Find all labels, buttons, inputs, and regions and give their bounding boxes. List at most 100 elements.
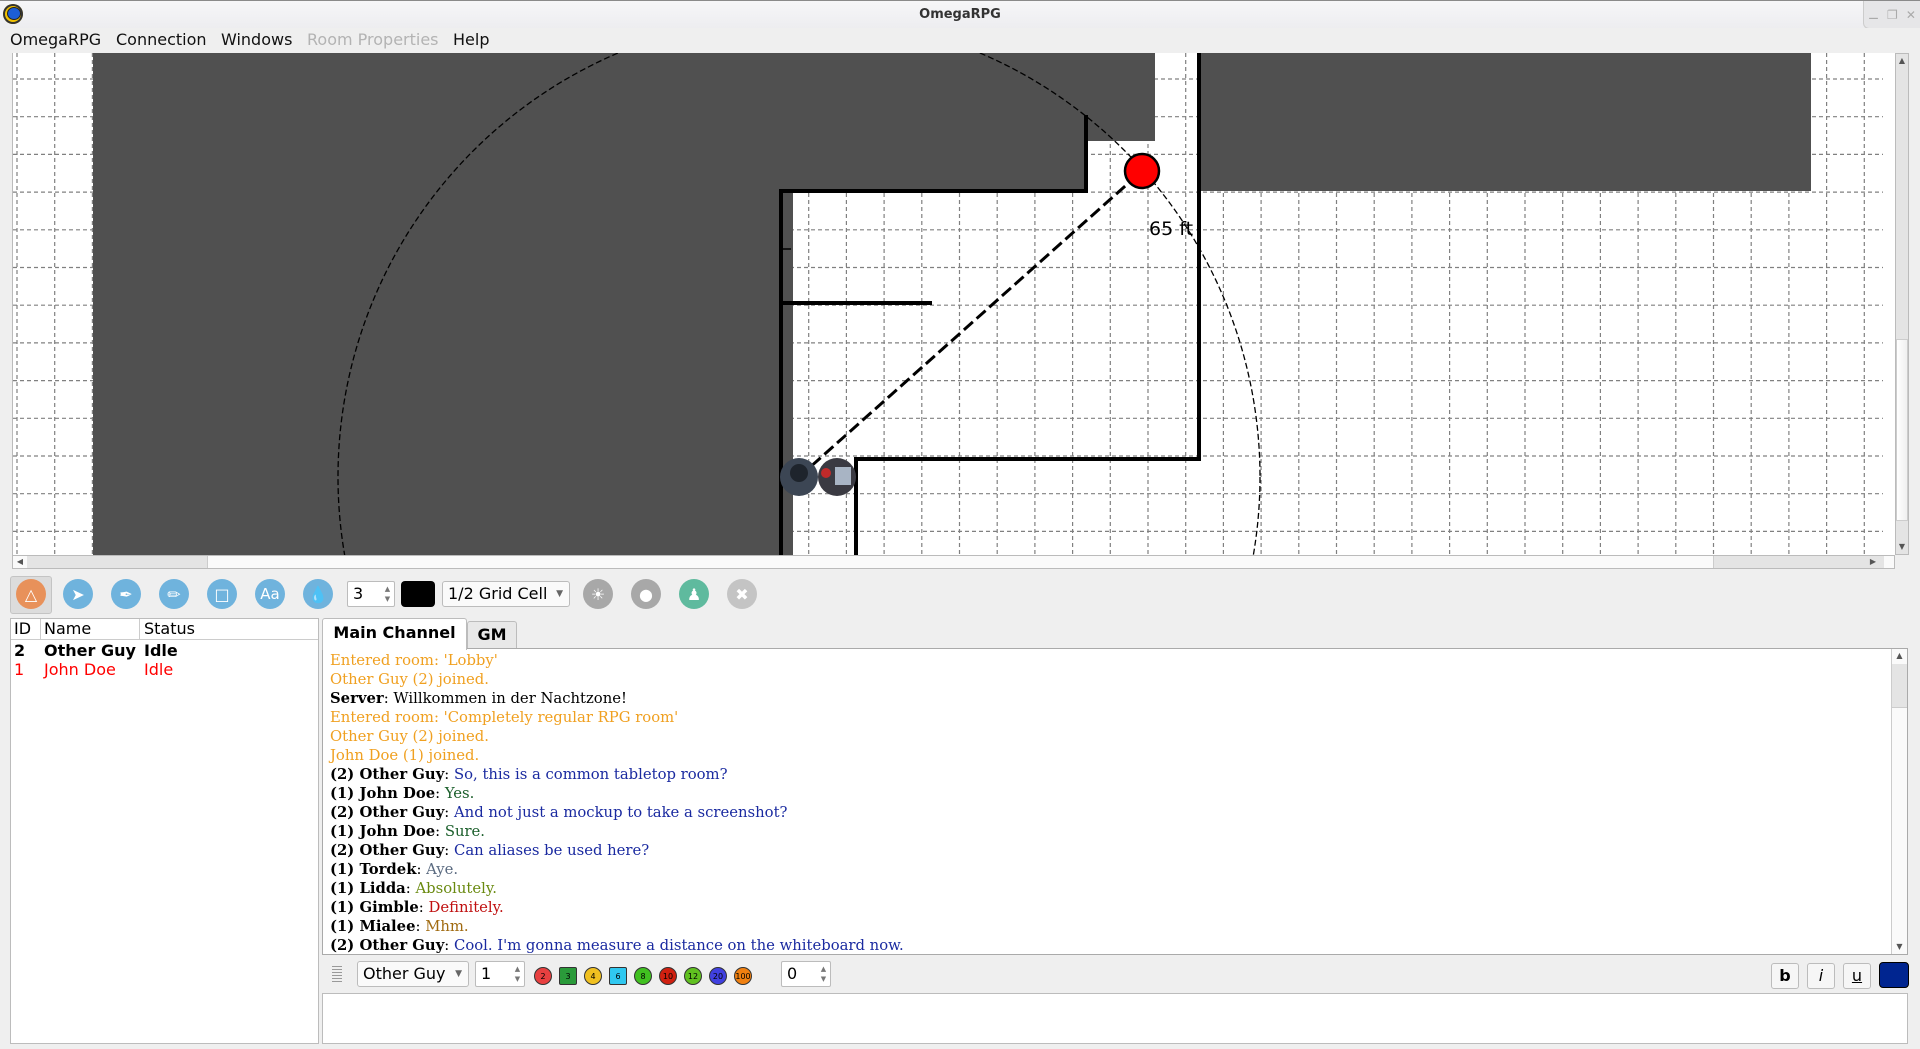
bold-button[interactable]: b xyxy=(1771,963,1799,989)
menu-room-properties: Room Properties xyxy=(307,30,439,49)
lightbulb-off-icon[interactable]: ● xyxy=(631,579,661,609)
message-sender: (2) Other Guy xyxy=(330,842,445,859)
chat-input[interactable] xyxy=(322,993,1908,1044)
chat-message: (2) Other Guy: And not just a mockup to … xyxy=(330,804,788,821)
scroll-down-icon[interactable]: ▼ xyxy=(1896,540,1908,554)
chat-scrollbar[interactable]: ▲ ▼ xyxy=(1891,649,1907,954)
chat-message: (1) John Doe: Sure. xyxy=(330,823,486,840)
user-row[interactable]: 2 Other Guy Idle xyxy=(11,641,318,660)
message-text: Entered room: 'Lobby' xyxy=(330,652,498,669)
scroll-thumb[interactable] xyxy=(1896,339,1908,521)
user-list: ID Name Status 2 Other Guy Idle 1 John D… xyxy=(10,618,319,1044)
spin-arrows-icon[interactable]: ▲ ▼ xyxy=(513,964,522,984)
message-text: So, this is a common tabletop room? xyxy=(454,766,728,783)
scroll-track-right[interactable] xyxy=(1713,556,1884,568)
chat-message: Entered room: 'Completely regular RPG ro… xyxy=(330,709,678,726)
tab-gm[interactable]: GM xyxy=(467,621,517,648)
d2-icon[interactable]: 2 xyxy=(534,967,552,985)
menu-omegarpg[interactable]: OmegaRPG xyxy=(10,30,101,49)
col-name[interactable]: Name xyxy=(44,619,91,638)
chat-message: (2) Other Guy: Can aliases be used here? xyxy=(330,842,650,859)
line-width-spinbox[interactable]: 3 ▲ ▼ xyxy=(347,581,395,607)
d20-icon[interactable]: 20 xyxy=(709,967,727,985)
tab-main-channel[interactable]: Main Channel xyxy=(322,618,467,650)
user-name: John Doe xyxy=(44,660,116,679)
toolbar-grip-icon[interactable] xyxy=(332,966,342,982)
underline-button[interactable]: u xyxy=(1843,963,1871,989)
whiteboard-vertical-scrollbar[interactable]: ▲ ▼ xyxy=(1895,53,1909,555)
snap-select[interactable]: 1/2 Grid Cell ▼ xyxy=(442,581,570,607)
rectangle-icon[interactable]: □ xyxy=(207,579,237,609)
lightbulb-on-icon[interactable]: ☀ xyxy=(583,579,613,609)
message-text: And not just a mockup to take a screensh… xyxy=(454,804,788,821)
col-status[interactable]: Status xyxy=(144,619,195,638)
scroll-track-left[interactable] xyxy=(27,556,208,568)
scroll-up-icon[interactable]: ▲ xyxy=(1896,54,1908,68)
pawn-icon[interactable]: ♟ xyxy=(679,579,709,609)
spin-arrows-icon[interactable]: ▲ ▼ xyxy=(383,584,392,604)
chat-message: (2) Other Guy: Cool. I'm gonna measure a… xyxy=(330,937,904,954)
chat-message: John Doe (1) joined. xyxy=(330,747,479,764)
chat-message: (1) John Doe: Yes. xyxy=(330,785,475,802)
close-icon[interactable]: ✕ xyxy=(1906,8,1916,22)
message-sender: (1) Mialee xyxy=(330,918,416,935)
dice-count-spinbox[interactable]: 1 ▲ ▼ xyxy=(475,961,525,987)
pencil-icon[interactable]: ✏ xyxy=(159,579,189,609)
text-color-button[interactable] xyxy=(1879,962,1909,988)
col-id[interactable]: ID xyxy=(14,619,31,638)
chat-message: (2) Other Guy: So, this is a common tabl… xyxy=(330,766,728,783)
menu-help[interactable]: Help xyxy=(453,30,489,49)
italic-button[interactable]: i xyxy=(1807,963,1835,989)
chat-message: Other Guy (2) joined. xyxy=(330,728,489,745)
scroll-down-icon[interactable]: ▼ xyxy=(1892,940,1907,954)
minimize-icon[interactable]: ⚊ xyxy=(1868,8,1879,22)
user-list-header: ID Name Status xyxy=(11,619,318,640)
scroll-thumb[interactable] xyxy=(1892,664,1907,708)
menu-windows[interactable]: Windows xyxy=(221,30,292,49)
compass-icon[interactable]: △ xyxy=(16,579,46,609)
fog-left xyxy=(93,53,793,555)
modifier-value: 0 xyxy=(787,964,798,983)
message-text: Willkommen in der Nachtzone! xyxy=(393,690,627,707)
d10-icon[interactable]: 10 xyxy=(659,967,677,985)
line-width-value: 3 xyxy=(353,584,364,603)
d8-icon[interactable]: 8 xyxy=(634,967,652,985)
fog-top-right xyxy=(1199,53,1811,191)
drop-icon[interactable]: 💧 xyxy=(303,579,333,609)
menu-connection[interactable]: Connection xyxy=(116,30,207,49)
message-text: Entered room: 'Completely regular RPG ro… xyxy=(330,709,679,726)
d6-icon[interactable]: 6 xyxy=(609,967,627,985)
d100-icon[interactable]: 100 xyxy=(734,967,752,985)
whiteboard-horizontal-scrollbar[interactable]: ◀ ▶ xyxy=(12,555,1895,569)
window-controls: ⚊ ❐ ✕ xyxy=(1863,1,1920,29)
user-row[interactable]: 1 John Doe Idle xyxy=(11,660,318,679)
spin-arrows-icon[interactable]: ▲ ▼ xyxy=(819,964,828,984)
chat-log[interactable]: Entered room: 'Lobby' Other Guy (2) joine… xyxy=(322,648,1908,955)
message-text: Yes. xyxy=(444,785,475,802)
message-text: Mhm. xyxy=(425,918,469,935)
message-text: Definitely. xyxy=(428,899,504,916)
message-sender: (1) Gimble xyxy=(330,899,419,916)
d3-icon[interactable]: 3 xyxy=(559,967,577,985)
message-text: Sure. xyxy=(444,823,486,840)
message-sender: (2) Other Guy xyxy=(330,937,445,954)
d4-icon[interactable]: 4 xyxy=(584,967,602,985)
restore-icon[interactable]: ❐ xyxy=(1887,8,1898,22)
alias-select[interactable]: Other Guy ▼ xyxy=(357,961,469,987)
draw-color-button[interactable] xyxy=(401,581,435,607)
user-id: 1 xyxy=(14,660,25,679)
message-text: Absolutely. xyxy=(415,880,497,897)
scroll-right-icon[interactable]: ▶ xyxy=(1866,556,1880,568)
whiteboard-canvas[interactable]: 65 ft xyxy=(12,53,1895,555)
scroll-up-icon[interactable]: ▲ xyxy=(1892,649,1907,663)
tools-icon[interactable]: ✖ xyxy=(727,579,757,609)
brush-icon[interactable]: ✒ xyxy=(111,579,141,609)
message-text: Can aliases be used here? xyxy=(454,842,650,859)
user-id: 2 xyxy=(14,641,26,660)
text-icon[interactable]: Aa xyxy=(255,579,285,609)
modifier-spinbox[interactable]: 0 ▲ ▼ xyxy=(781,961,831,987)
chevron-down-icon: ▼ xyxy=(556,589,563,599)
d12-icon[interactable]: 12 xyxy=(684,967,702,985)
scroll-left-icon[interactable]: ◀ xyxy=(13,556,27,568)
pointer-icon[interactable]: ➤ xyxy=(63,579,93,609)
